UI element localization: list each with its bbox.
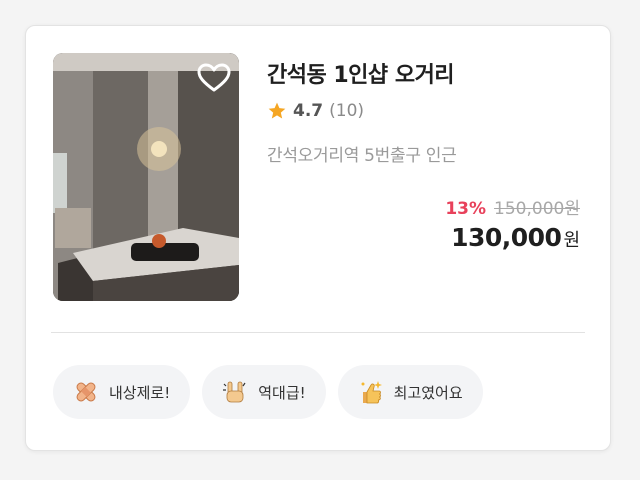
price-block: 13% 150,000원 130,000 원	[445, 194, 580, 252]
rating-value: 4.7	[293, 101, 324, 121]
bandage-icon	[71, 377, 101, 407]
product-title[interactable]: 간석동 1인샵 오거리	[267, 57, 455, 89]
chip-label: 최고였어요	[393, 383, 463, 402]
chip-best[interactable]: 최고였어요	[337, 365, 483, 419]
review-tag-chips: 내상제로! 역대급! 최고였어요	[53, 365, 483, 419]
chip-label: 역대급!	[258, 383, 306, 402]
original-price: 150,000원	[494, 199, 580, 219]
chip-legendary[interactable]: 역대급!	[202, 365, 326, 419]
discount-rate: 13%	[445, 199, 487, 219]
chip-label: 내상제로!	[109, 383, 171, 402]
location-text: 간석오거리역 5번출구 인근	[267, 146, 457, 166]
review-count: (10)	[329, 101, 365, 121]
chip-no-injury[interactable]: 내상제로!	[53, 365, 191, 419]
thumbs-up-sparkle-icon	[356, 377, 386, 407]
divider	[51, 332, 585, 333]
final-price: 130,000	[451, 223, 562, 252]
star-icon	[268, 102, 286, 119]
heart-icon	[197, 63, 231, 92]
currency-unit: 원	[563, 230, 580, 251]
product-card[interactable]: 간석동 1인샵 오거리 4.7 (10) 간석오거리역 5번출구 인근 13% …	[25, 25, 611, 451]
rock-hand-icon	[220, 377, 250, 407]
rating-row: 4.7 (10)	[267, 101, 364, 121]
product-thumbnail[interactable]	[53, 53, 239, 301]
favorite-button[interactable]	[195, 59, 233, 97]
